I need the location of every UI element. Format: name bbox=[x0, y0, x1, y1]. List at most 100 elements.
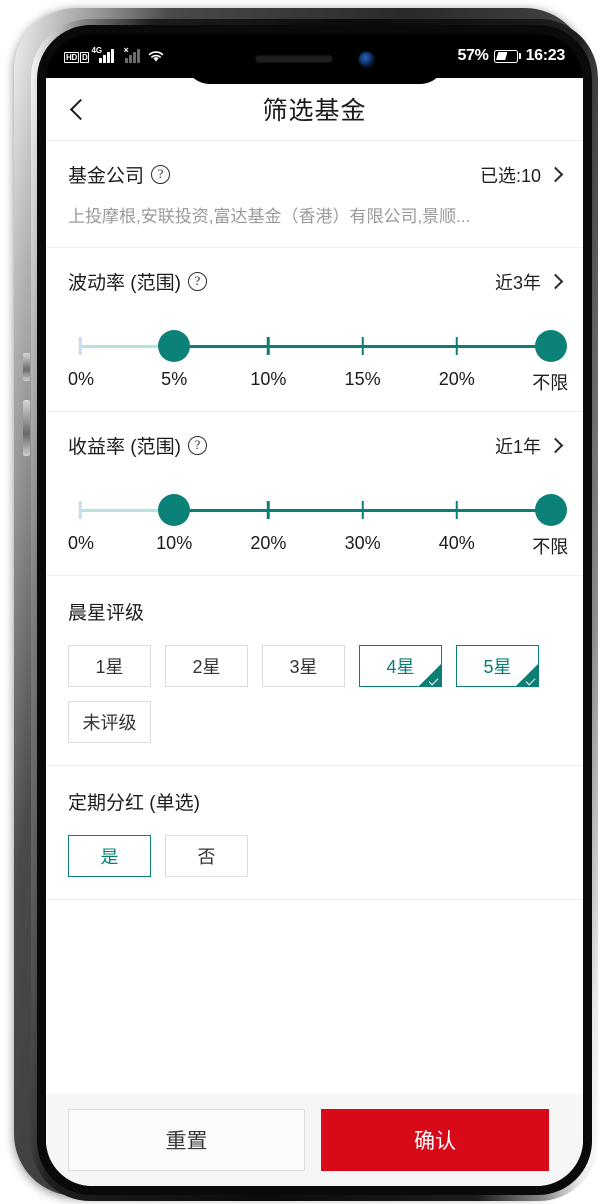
empty-area bbox=[46, 899, 583, 900]
slider-tick-label: 40% bbox=[438, 533, 475, 553]
no-service-label: × bbox=[123, 45, 129, 55]
slider-knob-min[interactable] bbox=[158, 330, 191, 362]
navigation-bar: 筛选基金 bbox=[46, 78, 583, 140]
return-rate-period-label: 近1年 bbox=[494, 436, 541, 457]
volatility-period-selector[interactable]: 近3年 bbox=[494, 269, 564, 295]
chip-option[interactable]: 未评级 bbox=[68, 701, 151, 743]
chip-label: 5星 bbox=[483, 657, 512, 677]
return-rate-header: 收益率 (范围) ? 近1年 bbox=[68, 412, 564, 459]
chip-option[interactable]: 1星 bbox=[68, 645, 151, 687]
phone-screen: HD D 4G × 57% 16:23 筛选基金 基金公司 ? 已选:10 上投… bbox=[46, 34, 583, 1186]
section-morningstar: 晨星评级 1星 2星 3星 4星 5星未评级 bbox=[46, 575, 583, 765]
slider-tick bbox=[361, 501, 364, 519]
return-rate-tick-labels: 0% 10% 20% 30% 40% 不限 bbox=[68, 533, 568, 559]
section-dividend: 定期分红 (单选) 是否 bbox=[46, 765, 583, 899]
phone-frame: HD D 4G × 57% 16:23 筛选基金 基金公司 ? 已选:10 上投… bbox=[14, 8, 598, 1201]
battery-percent-label: 57% bbox=[457, 47, 489, 64]
slider-tick bbox=[455, 501, 459, 519]
chip-label: 2星 bbox=[192, 657, 221, 677]
slider-tick bbox=[361, 337, 364, 355]
volume-button[interactable] bbox=[23, 353, 30, 381]
volatility-period-label: 近3年 bbox=[494, 272, 541, 293]
volatility-slider-wrap: 0% 5% 10% 15% 20% 不限 bbox=[68, 295, 568, 411]
chip-label: 1星 bbox=[95, 657, 124, 677]
wifi-icon bbox=[147, 49, 165, 63]
slider-tick bbox=[78, 501, 82, 519]
signal-bars-dim-icon: × bbox=[123, 45, 141, 63]
volatility-title: 波动率 (范围) ? bbox=[68, 268, 207, 295]
chip-option[interactable]: 2星 bbox=[165, 645, 248, 687]
slider-tick-label: 20% bbox=[438, 369, 475, 389]
chip-option[interactable]: 4星 bbox=[359, 645, 442, 687]
chip-option[interactable]: 否 bbox=[165, 835, 248, 877]
return-rate-label: 收益率 (范围) bbox=[68, 437, 181, 458]
dividend-title: 定期分红 (单选) bbox=[68, 793, 200, 814]
chip-option[interactable]: 5星 bbox=[456, 645, 539, 687]
slider-tick-label: 30% bbox=[344, 533, 381, 553]
section-return-rate: 收益率 (范围) ? 近1年 0% 10% 20% 30% 40% 不限 bbox=[46, 411, 583, 575]
chip-option[interactable]: 是 bbox=[68, 835, 151, 877]
chip-option[interactable]: 3星 bbox=[262, 645, 345, 687]
slider-tick bbox=[455, 337, 459, 355]
chip-label: 4星 bbox=[386, 657, 415, 677]
earpiece-speaker bbox=[255, 55, 333, 63]
filter-scroll-area[interactable]: 基金公司 ? 已选:10 上投摩根,安联投资,富达基金（香港）有限公司,景顺..… bbox=[46, 140, 583, 1094]
slider-knob-min[interactable] bbox=[158, 494, 191, 526]
slider-knob-max[interactable] bbox=[535, 330, 567, 362]
chip-label: 是 bbox=[100, 847, 119, 867]
chevron-right-icon bbox=[547, 437, 564, 454]
hd-label: HD bbox=[64, 52, 79, 63]
page-title: 筛选基金 bbox=[262, 97, 367, 125]
slider-tick-label: 0% bbox=[68, 533, 95, 553]
confirm-button[interactable]: 确认 bbox=[321, 1109, 549, 1171]
slider-tick-label: 不限 bbox=[532, 537, 569, 557]
question-mark-icon[interactable]: ? bbox=[187, 272, 207, 291]
question-mark-icon[interactable]: ? bbox=[187, 436, 207, 455]
volatility-slider[interactable] bbox=[78, 329, 567, 363]
signal-bars-icon: 4G bbox=[91, 46, 115, 63]
volatility-header: 波动率 (范围) ? 近3年 bbox=[68, 248, 564, 295]
slider-knob-max[interactable] bbox=[535, 494, 567, 526]
fund-company-value: 上投摩根,安联投资,富达基金（香港）有限公司,景顺... bbox=[68, 207, 471, 226]
chevron-right-icon bbox=[547, 166, 564, 183]
dividend-chip-grid: 是否 bbox=[68, 815, 561, 899]
fund-company-title: 基金公司 ? bbox=[68, 161, 171, 188]
slider-tick bbox=[267, 501, 270, 519]
slider-tick-label: 10% bbox=[156, 533, 193, 553]
chip-label: 未评级 bbox=[82, 713, 137, 733]
clock-label: 16:23 bbox=[525, 47, 566, 64]
battery-icon bbox=[493, 49, 521, 63]
power-button[interactable] bbox=[23, 400, 30, 456]
slider-tick-label: 不限 bbox=[532, 373, 569, 393]
reset-button[interactable]: 重置 bbox=[68, 1109, 305, 1171]
question-mark-icon[interactable]: ? bbox=[151, 165, 171, 184]
status-bar-left-icons: HD D 4G × bbox=[64, 45, 165, 63]
chevron-left-icon bbox=[69, 98, 91, 120]
morningstar-title: 晨星评级 bbox=[68, 603, 145, 624]
slider-tick bbox=[267, 337, 270, 355]
return-rate-slider-wrap: 0% 10% 20% 30% 40% 不限 bbox=[68, 459, 568, 575]
hd-voice-icon: HD D bbox=[64, 52, 90, 63]
slider-tick-label: 20% bbox=[250, 533, 287, 553]
slider-tick-label: 10% bbox=[250, 369, 287, 389]
bottom-action-bar: 重置 确认 bbox=[46, 1094, 583, 1186]
app-content: 筛选基金 基金公司 ? 已选:10 上投摩根,安联投资,富达基金（香港）有限公司… bbox=[46, 78, 583, 1186]
slider-tick-label: 5% bbox=[161, 369, 188, 389]
morningstar-chip-grid: 1星 2星 3星 4星 5星未评级 bbox=[68, 625, 561, 765]
slider-tick-label: 15% bbox=[344, 369, 381, 389]
fund-company-selected-label: 已选:10 bbox=[479, 165, 541, 186]
fund-company-selected[interactable]: 已选:10 bbox=[479, 162, 564, 188]
phone-notch bbox=[183, 34, 446, 84]
slider-tick bbox=[78, 337, 82, 355]
back-button[interactable] bbox=[52, 81, 108, 137]
return-rate-period-selector[interactable]: 近1年 bbox=[494, 433, 564, 459]
volatility-label: 波动率 (范围) bbox=[68, 273, 181, 294]
volatility-tick-labels: 0% 5% 10% 15% 20% 不限 bbox=[68, 369, 568, 395]
fund-company-header[interactable]: 基金公司 ? 已选:10 bbox=[68, 141, 564, 188]
chip-label: 3星 bbox=[289, 657, 318, 677]
sim-label: D bbox=[79, 52, 90, 63]
return-rate-slider[interactable] bbox=[78, 493, 567, 527]
slider-tick-label: 0% bbox=[68, 369, 95, 389]
status-bar-right-icons: 57% 16:23 bbox=[457, 47, 565, 65]
chip-label: 否 bbox=[197, 847, 216, 867]
